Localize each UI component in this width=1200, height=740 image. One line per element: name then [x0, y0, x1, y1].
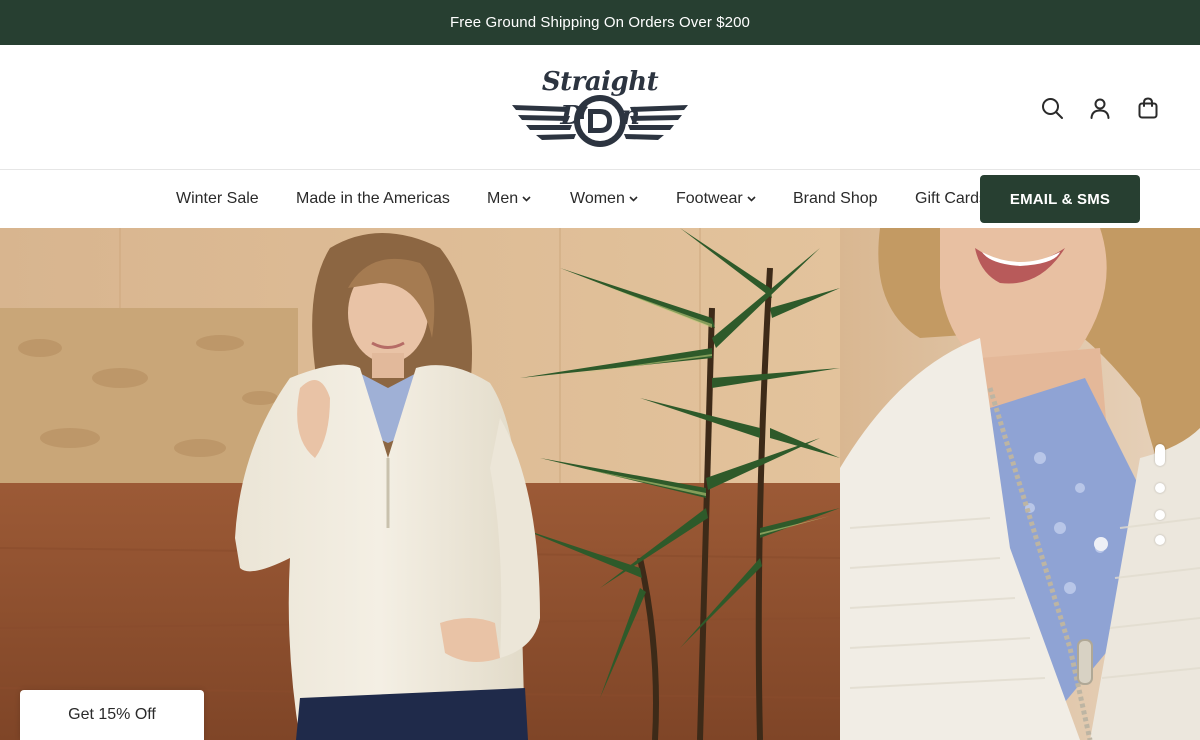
nav-item-made-in-the-americas[interactable]: Made in the Americas — [296, 189, 450, 209]
nav-item-label: Brand Shop — [793, 190, 878, 207]
nav-item-winter-sale[interactable]: Winter Sale — [176, 189, 259, 209]
carousel-dot[interactable] — [1155, 510, 1165, 520]
chevron-down-icon — [522, 196, 531, 202]
winged-emblem-icon — [512, 95, 688, 147]
carousel-dot[interactable] — [1155, 535, 1165, 545]
account-icon[interactable] — [1088, 96, 1112, 120]
announcement-text: Free Ground Shipping On Orders Over $200 — [450, 14, 750, 31]
cart-icon[interactable] — [1136, 96, 1160, 120]
nav-item-men[interactable]: Men — [487, 189, 531, 209]
discount-promo-tab[interactable]: Get 15% Off — [20, 690, 204, 740]
main-navigation: Winter Sale Made in the Americas Men Wom… — [0, 170, 1200, 228]
nav-item-label: Winter Sale — [176, 190, 259, 207]
carousel-dot-active[interactable] — [1155, 444, 1165, 466]
nav-item-label: Footwear — [676, 190, 743, 207]
nav-item-label: Made in the Americas — [296, 190, 450, 207]
nav-item-label: Gift Cards — [915, 190, 988, 207]
nav-item-label: Men — [487, 190, 519, 207]
nav-item-brand-shop[interactable]: Brand Shop — [793, 189, 878, 209]
search-icon[interactable] — [1040, 96, 1064, 120]
promo-tab-label: Get 15% Off — [68, 706, 156, 723]
email-sms-label: EMAIL & SMS — [1009, 190, 1111, 208]
carousel-pagination — [1153, 444, 1167, 548]
nav-item-label: Women — [570, 190, 625, 207]
hero-carousel[interactable] — [0, 228, 1200, 740]
email-sms-button[interactable]: EMAIL & SMS — [980, 175, 1140, 223]
carousel-dot[interactable] — [1155, 483, 1165, 493]
hero-image-model-lifestyle — [0, 228, 840, 740]
chevron-down-icon — [629, 196, 638, 202]
brand-logo[interactable]: Straight Down — [508, 65, 692, 153]
hero-image-detail-closeup — [840, 228, 1200, 740]
nav-item-women[interactable]: Women — [570, 189, 638, 209]
nav-item-footwear[interactable]: Footwear — [676, 189, 756, 209]
site-header: Straight Down — [0, 45, 1200, 170]
announcement-bar: Free Ground Shipping On Orders Over $200 — [0, 0, 1200, 45]
chevron-down-icon — [747, 196, 756, 202]
nav-item-gift-cards[interactable]: Gift Cards — [915, 189, 987, 209]
